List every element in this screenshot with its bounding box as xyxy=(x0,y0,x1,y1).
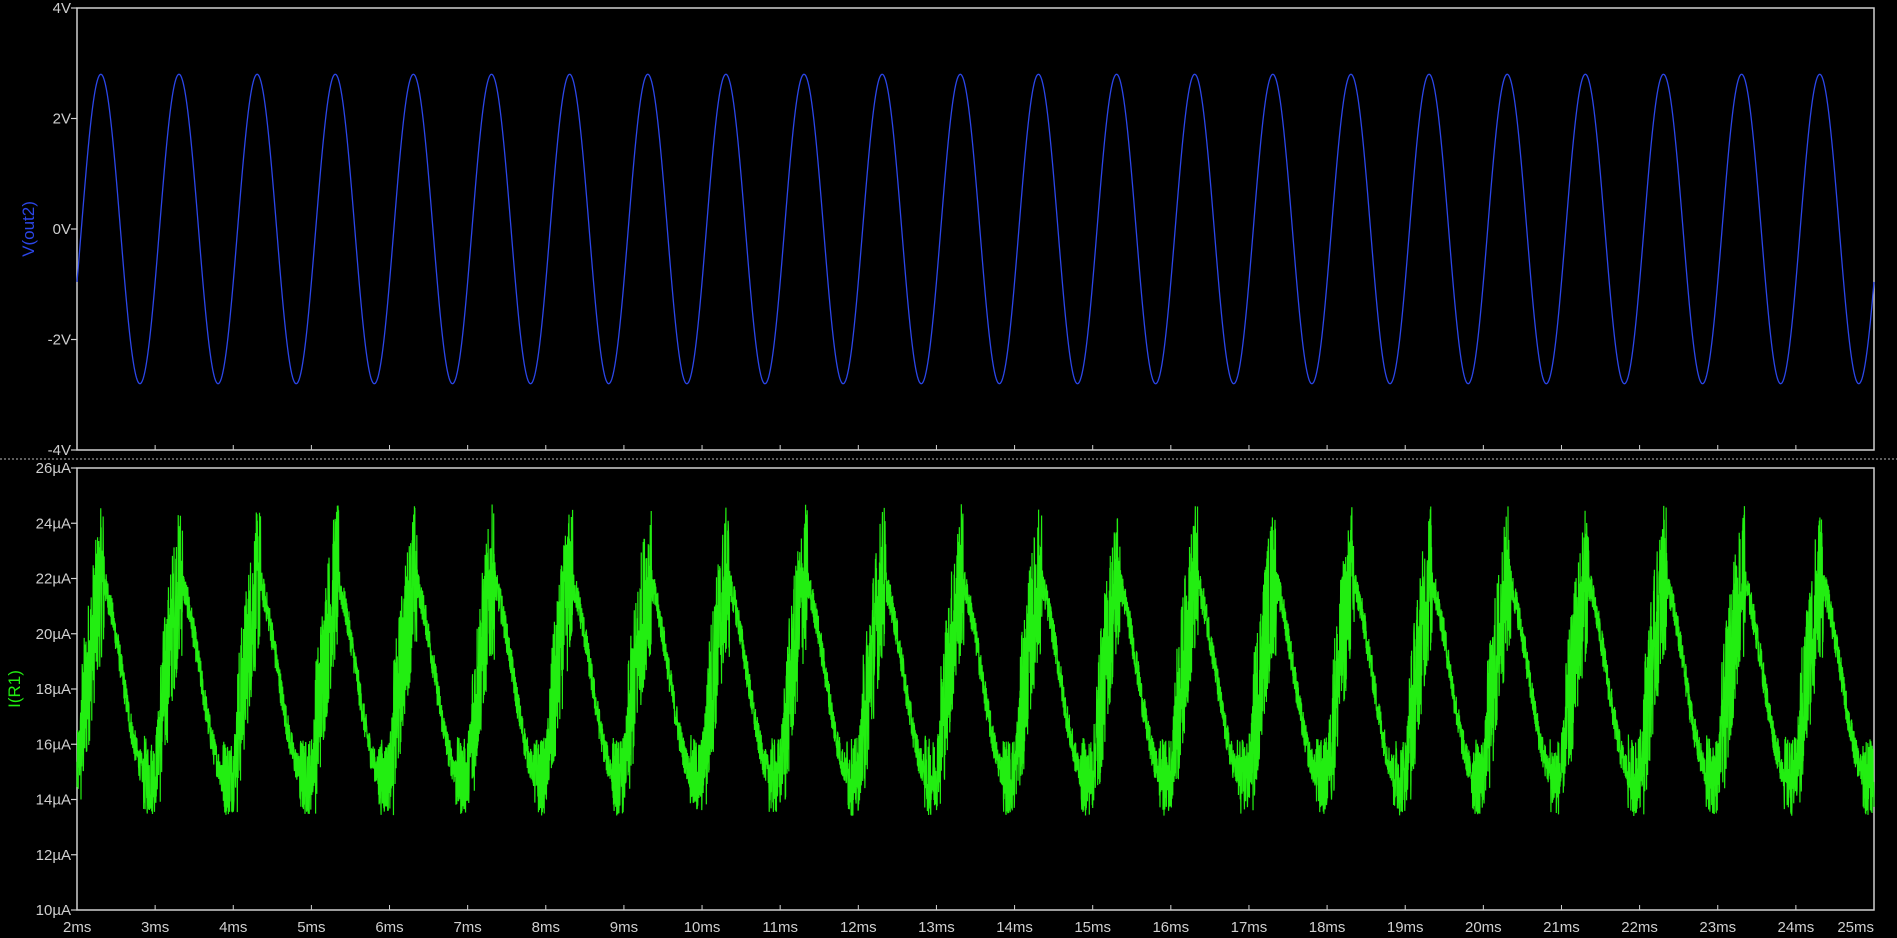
bottom-trace-label[interactable]: I(R1) xyxy=(5,670,24,708)
v-out2-trace[interactable] xyxy=(76,73,1875,385)
x-tick-label: 10ms xyxy=(684,919,721,936)
x-tick-label: 19ms xyxy=(1387,919,1424,936)
bottom-y-tick-label: 26µA xyxy=(36,460,71,477)
x-tick-label: 20ms xyxy=(1465,919,1502,936)
bottom-y-tick-label: 12µA xyxy=(36,847,71,864)
waveform-viewer: 4V 2V 0V -2V -4V 26µA 24µA 22µA 20µA 18µA 16µA 14µ… xyxy=(0,0,1897,938)
top-y-tick-label: -4V xyxy=(48,442,71,459)
x-axis: 2ms 3ms 4ms 5ms 6ms 7ms 8ms 9ms 10ms 11ms 12ms 13ms… xyxy=(63,445,1875,936)
x-tick-label: 23ms xyxy=(1699,919,1736,936)
top-y-tick-label: 2V xyxy=(53,111,71,128)
x-tick-label: 7ms xyxy=(453,919,481,936)
x-tick-label: 13ms xyxy=(918,919,955,936)
x-tick-label: 6ms xyxy=(375,919,403,936)
x-tick-label: 12ms xyxy=(840,919,877,936)
x-tick-label: 2ms xyxy=(63,919,91,936)
x-tick-label: 14ms xyxy=(996,919,1033,936)
bottom-y-axis: 26µA 24µA 22µA 20µA 18µA 16µA 14µA 12µA 10µA xyxy=(36,460,77,919)
x-tick-label: 11ms xyxy=(762,919,798,936)
bottom-y-tick-label: 20µA xyxy=(36,626,71,643)
x-tick-label: 25ms xyxy=(1837,919,1874,936)
top-y-axis: 4V 2V 0V -2V -4V xyxy=(48,0,77,459)
bottom-trace-group xyxy=(76,504,1875,816)
x-tick-label: 16ms xyxy=(1152,919,1189,936)
x-tick-label: 18ms xyxy=(1309,919,1346,936)
x-tick-label: 22ms xyxy=(1621,919,1658,936)
top-trace-label[interactable]: V(out2) xyxy=(19,201,38,257)
bottom-y-tick-label: 18µA xyxy=(36,681,71,698)
top-y-tick-label: 4V xyxy=(53,0,71,17)
x-tick-label: 15ms xyxy=(1074,919,1111,936)
bottom-y-tick-label: 24µA xyxy=(36,515,71,532)
bottom-y-tick-label: 16µA xyxy=(36,736,71,753)
bottom-y-tick-label: 10µA xyxy=(36,902,71,919)
i-r1-trace[interactable] xyxy=(76,504,1875,816)
bottom-y-tick-label: 14µA xyxy=(36,792,71,809)
x-tick-label: 17ms xyxy=(1231,919,1268,936)
x-tick-label: 21ms xyxy=(1543,919,1580,936)
top-trace-group xyxy=(76,73,1875,385)
x-tick-label: 5ms xyxy=(297,919,325,936)
x-tick-label: 4ms xyxy=(219,919,247,936)
plot-canvas: 4V 2V 0V -2V -4V 26µA 24µA 22µA 20µA 18µA 16µA 14µ… xyxy=(0,0,1897,936)
top-y-tick-label: -2V xyxy=(48,332,71,349)
bottom-y-tick-label: 22µA xyxy=(36,571,71,588)
x-tick-label: 8ms xyxy=(532,919,560,936)
bottom-pane-frame xyxy=(76,467,1875,911)
top-y-tick-label: 0V xyxy=(53,221,71,238)
x-tick-label: 3ms xyxy=(141,919,169,936)
x-tick-label: 24ms xyxy=(1778,919,1815,936)
x-tick-label: 9ms xyxy=(610,919,638,936)
